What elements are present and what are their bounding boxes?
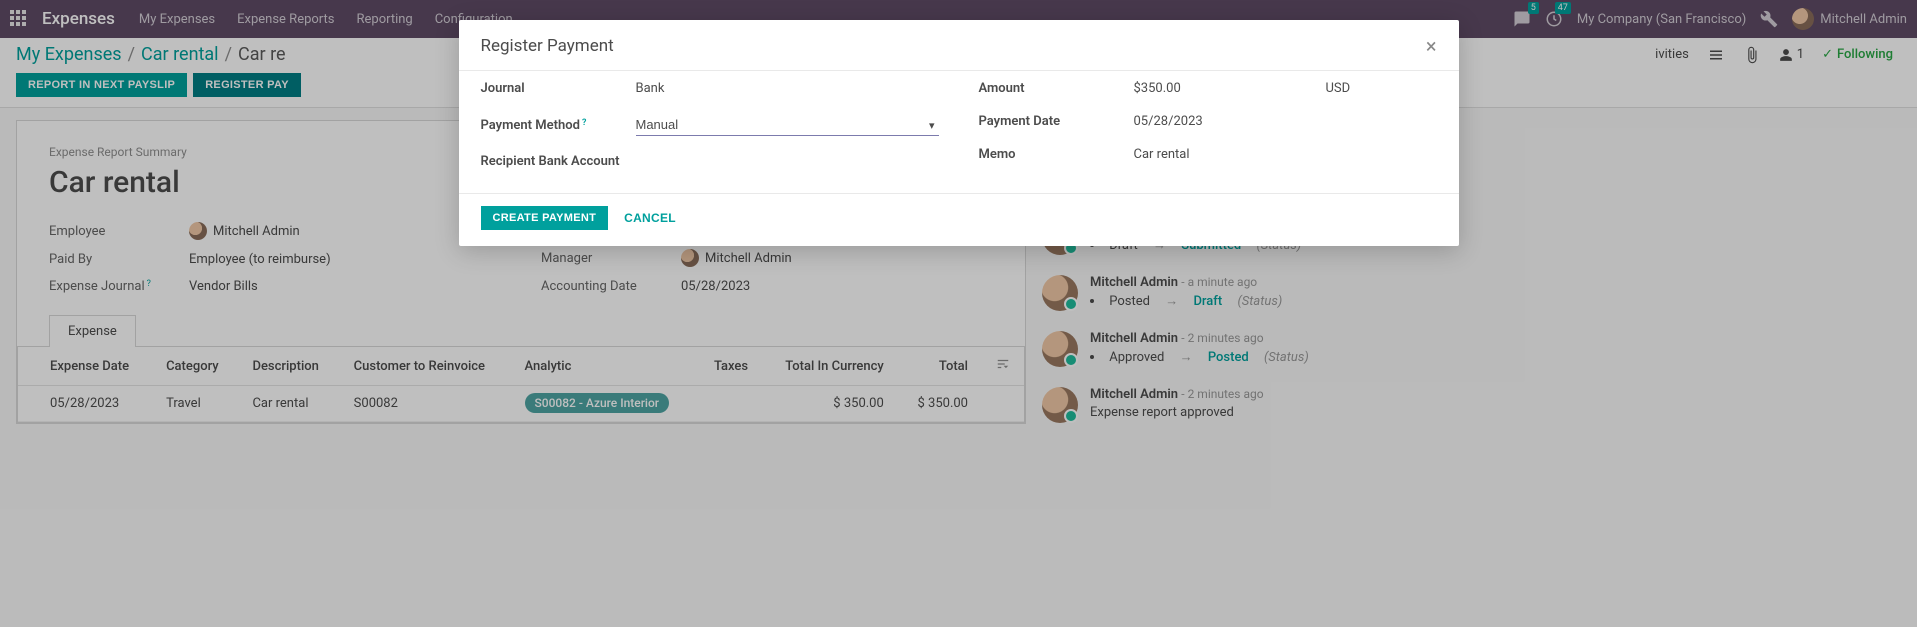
modal-overlay[interactable]: Register Payment × JournalBank Payment M…	[0, 0, 1917, 627]
m-method-label: Payment Method	[481, 118, 580, 133]
m-date-label: Payment Date	[979, 114, 1134, 129]
close-icon[interactable]: ×	[1426, 36, 1437, 56]
m-amount-value[interactable]: $350.00	[1134, 81, 1314, 96]
m-amount-label: Amount	[979, 81, 1134, 96]
payment-method-select[interactable]	[636, 114, 939, 136]
register-payment-modal: Register Payment × JournalBank Payment M…	[459, 20, 1459, 246]
m-journal-value[interactable]: Bank	[636, 81, 939, 96]
m-journal-label: Journal	[481, 81, 636, 96]
m-currency[interactable]: USD	[1326, 81, 1351, 96]
m-recip-label: Recipient Bank Account	[481, 154, 636, 169]
m-memo-value[interactable]: Car rental	[1134, 147, 1437, 162]
m-memo-label: Memo	[979, 147, 1134, 162]
help-icon[interactable]: ?	[582, 118, 586, 128]
m-date-value[interactable]: 05/28/2023	[1134, 114, 1437, 129]
modal-title: Register Payment	[481, 36, 614, 56]
cancel-button[interactable]: Cancel	[624, 211, 676, 225]
create-payment-button[interactable]: Create Payment	[481, 206, 609, 230]
